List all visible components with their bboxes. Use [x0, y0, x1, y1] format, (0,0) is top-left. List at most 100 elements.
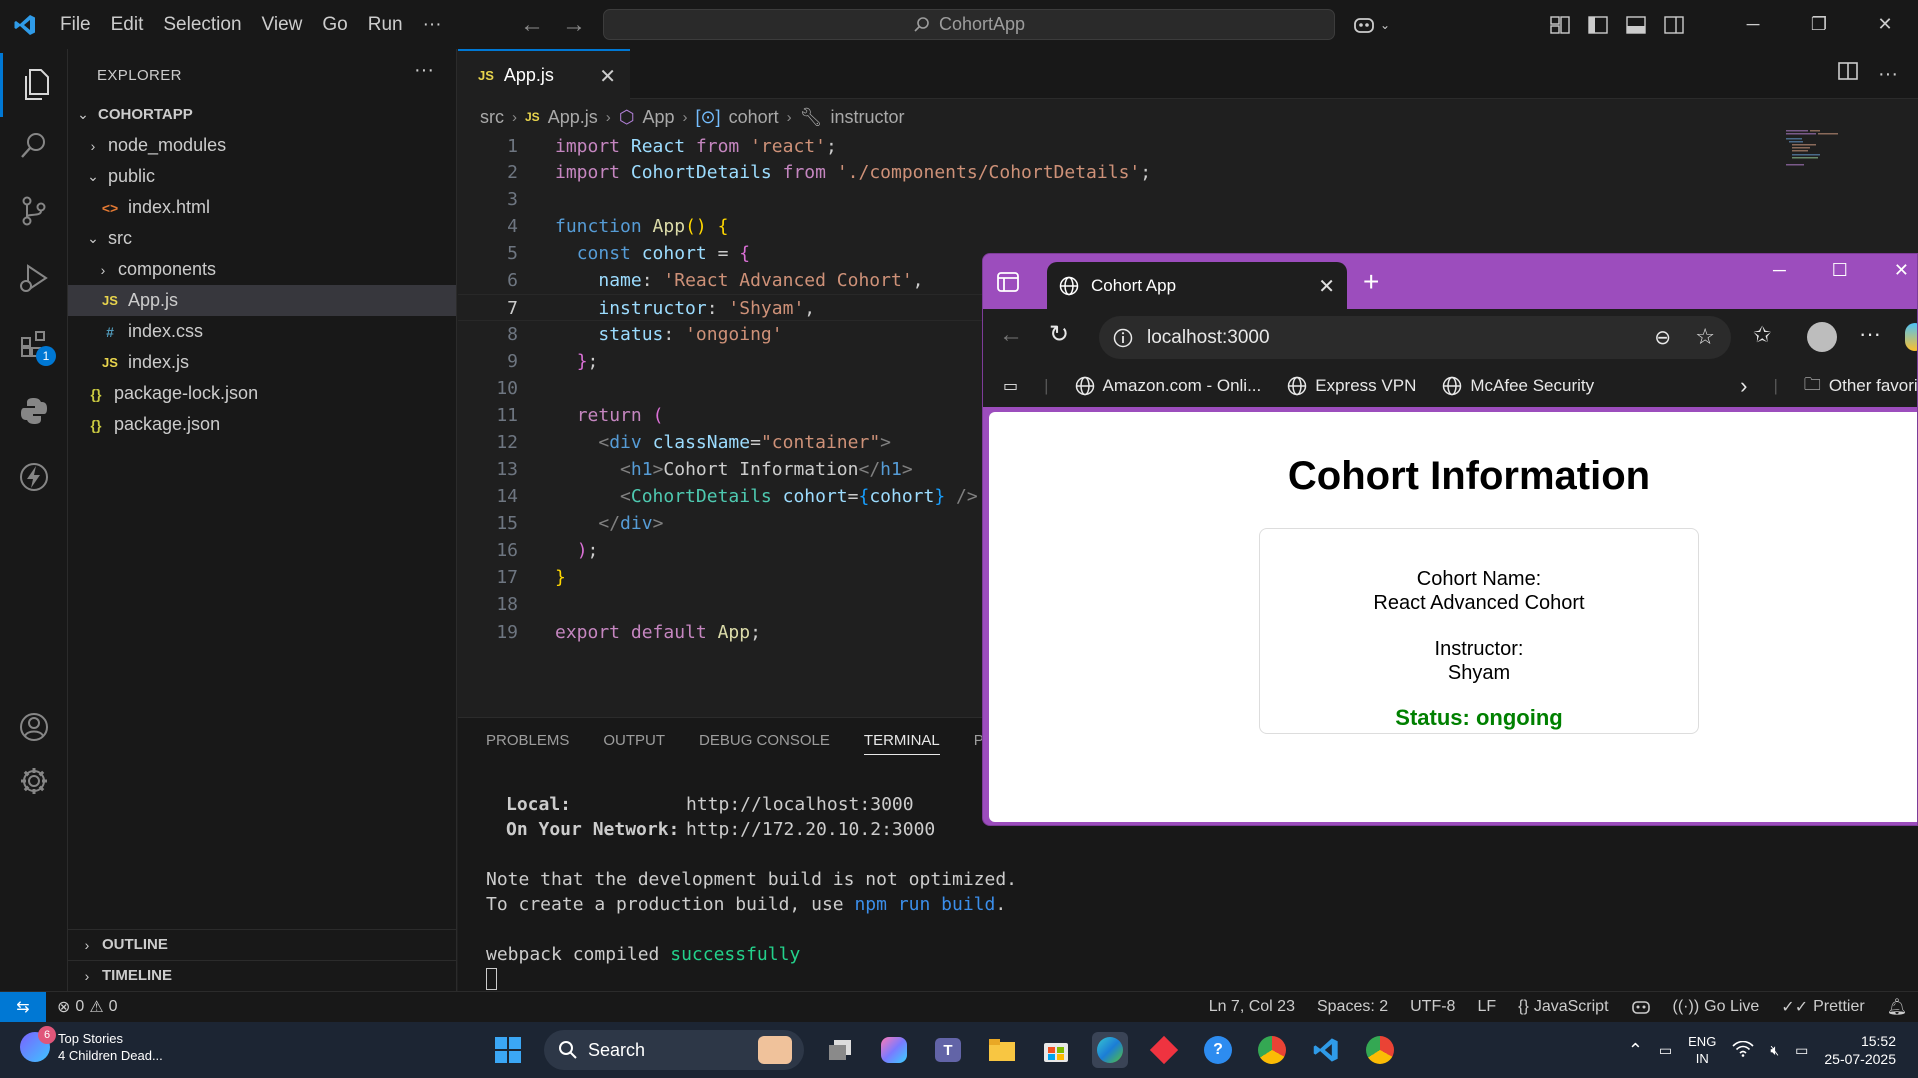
breadcrumb-file[interactable]: App.js	[548, 107, 598, 128]
close-icon[interactable]: ✕	[1318, 274, 1335, 299]
menu-edit[interactable]: Edit	[101, 0, 154, 49]
breadcrumb-app[interactable]: App	[642, 107, 674, 128]
tab-app-js[interactable]: JS App.js ✕	[458, 49, 630, 99]
source-control-icon[interactable]	[0, 179, 68, 243]
prettier-status[interactable]: ✓✓ Prettier	[1770, 997, 1875, 1017]
toggle-panel-icon[interactable]	[1624, 13, 1648, 37]
wifi-icon[interactable]	[1732, 1040, 1754, 1060]
encoding[interactable]: UTF-8	[1399, 998, 1466, 1016]
volume-muted-icon[interactable]: 🔇︎	[1770, 1042, 1779, 1059]
minimize-button[interactable]: ─	[1720, 0, 1786, 49]
search-activity-icon[interactable]	[0, 113, 68, 177]
breadcrumb-instructor[interactable]: instructor	[830, 107, 904, 128]
go-live-button[interactable]: ((·)) Go Live	[1662, 998, 1771, 1016]
address-bar[interactable]: localhost:3000 ⊖ ☆	[1099, 316, 1731, 359]
notifications-bell-icon[interactable]: 🔔︎	[1876, 997, 1918, 1017]
code-editor[interactable]: 1 import React from 'react'; 2 import Coho…	[458, 132, 1458, 717]
maximize-button[interactable]: ☐	[1832, 260, 1848, 281]
settings-gear-icon[interactable]	[0, 749, 68, 813]
other-favorites-folder[interactable]: 🗀 Other favorit	[1804, 372, 1917, 401]
project-root[interactable]: ⌄ COHORTAPP	[68, 99, 456, 130]
tab-debug-console[interactable]: DEBUG CONSOLE	[699, 732, 830, 755]
split-editor-icon[interactable]	[1838, 62, 1858, 86]
cursor-position[interactable]: Ln 7, Col 23	[1198, 998, 1306, 1016]
problems-status[interactable]: ⊗ 0 ⚠ 0	[46, 997, 129, 1017]
clock[interactable]: 15:52 25-07-2025	[1824, 1032, 1896, 1068]
chevron-up-icon[interactable]: ⌃	[1628, 1040, 1643, 1061]
anydesk-icon[interactable]	[1146, 1032, 1182, 1068]
tree-file-app-js[interactable]: JS App.js	[68, 285, 456, 316]
bookmark-amazon[interactable]: Amazon.com - Onli...	[1075, 376, 1261, 396]
end-of-line[interactable]: LF	[1466, 998, 1507, 1016]
toggle-sidebar-icon[interactable]	[1586, 13, 1610, 37]
file-explorer-icon[interactable]	[984, 1032, 1020, 1068]
chrome-icon[interactable]	[1254, 1032, 1290, 1068]
tree-file-package-lock[interactable]: {} package-lock.json	[68, 378, 456, 409]
tree-folder-src[interactable]: ⌄ src	[68, 223, 456, 254]
more-actions-icon[interactable]: ···	[1878, 63, 1898, 86]
new-tab-button[interactable]: +	[1363, 266, 1379, 298]
copilot-sidebar-icon[interactable]	[1905, 323, 1917, 351]
back-arrow-icon[interactable]: ←	[520, 11, 544, 39]
customize-layout-icon[interactable]	[1548, 13, 1572, 37]
windows-start-icon[interactable]	[490, 1032, 526, 1068]
tree-file-index-js[interactable]: JS index.js	[68, 347, 456, 378]
toggle-secondary-sidebar-icon[interactable]	[1662, 13, 1686, 37]
menu-selection[interactable]: Selection	[153, 0, 251, 49]
tablet-icon[interactable]: ▭	[1659, 1042, 1672, 1059]
teams-icon[interactable]: T	[930, 1032, 966, 1068]
menu-go[interactable]: Go	[312, 0, 357, 49]
favorites-icon[interactable]: ✩	[1753, 322, 1771, 348]
back-arrow-icon[interactable]: ←	[999, 321, 1023, 349]
minimap[interactable]	[1786, 128, 1846, 168]
help-app-icon[interactable]: ?	[1200, 1032, 1236, 1068]
thunder-client-icon[interactable]	[0, 445, 68, 509]
menu-run[interactable]: Run	[358, 0, 413, 49]
edge-browser-icon[interactable]	[1092, 1032, 1128, 1068]
tab-output[interactable]: OUTPUT	[603, 732, 665, 755]
close-button[interactable]: ✕	[1894, 260, 1909, 281]
chevron-down-icon[interactable]: ⌄	[1380, 18, 1390, 32]
command-center-search[interactable]: CohortApp	[603, 9, 1335, 40]
vscode-taskbar-icon[interactable]	[1308, 1032, 1344, 1068]
indentation[interactable]: Spaces: 2	[1306, 998, 1399, 1016]
task-view-icon[interactable]	[822, 1032, 858, 1068]
favorite-star-icon[interactable]: ☆	[1695, 324, 1715, 350]
input-language[interactable]: ENG IN	[1688, 1033, 1716, 1067]
reading-list-icon[interactable]: ▭	[1003, 376, 1018, 396]
remote-indicator-icon[interactable]: ⇆	[0, 991, 46, 1023]
close-icon[interactable]: ✕	[599, 64, 616, 89]
close-button[interactable]: ✕	[1852, 0, 1918, 49]
tab-problems[interactable]: PROBLEMS	[486, 732, 569, 755]
copilot-app-icon[interactable]	[876, 1032, 912, 1068]
taskbar-search[interactable]: Search	[544, 1030, 804, 1070]
explorer-more-button[interactable]: ···	[414, 59, 434, 82]
bookmark-mcafee[interactable]: McAfee Security	[1442, 376, 1594, 396]
tree-folder-components[interactable]: › components	[68, 254, 456, 285]
bookmark-express-vpn[interactable]: Express VPN	[1287, 376, 1416, 396]
menu-view[interactable]: View	[252, 0, 313, 49]
forward-arrow-icon[interactable]: →	[562, 11, 586, 39]
news-widget[interactable]: 6 Top Stories 4 Children Dead...	[20, 1026, 163, 1064]
menu-more[interactable]: ···	[413, 0, 452, 49]
restore-button[interactable]: ❐	[1786, 0, 1852, 49]
menu-file[interactable]: File	[50, 0, 101, 49]
extensions-icon[interactable]: 1	[0, 312, 68, 376]
breadcrumb-cohort[interactable]: cohort	[729, 107, 779, 128]
copilot-status-icon[interactable]	[1620, 999, 1662, 1015]
copilot-icon[interactable]	[1352, 13, 1376, 37]
minimize-button[interactable]: ─	[1773, 260, 1786, 281]
battery-icon[interactable]: ▭	[1795, 1042, 1808, 1059]
tree-folder-public[interactable]: ⌄ public	[68, 161, 456, 192]
zoom-out-icon[interactable]: ⊖	[1654, 325, 1671, 350]
settings-more-icon[interactable]: ···	[1859, 321, 1881, 347]
chrome-profile-icon[interactable]	[1362, 1032, 1398, 1068]
tree-file-index-css[interactable]: # index.css	[68, 316, 456, 347]
timeline-section[interactable]: › TIMELINE	[68, 960, 457, 990]
breadcrumb-src[interactable]: src	[480, 107, 504, 128]
tree-file-package-json[interactable]: {} package.json	[68, 409, 456, 440]
tree-file-index-html[interactable]: <> index.html	[68, 192, 456, 223]
run-debug-icon[interactable]	[0, 246, 68, 310]
microsoft-store-icon[interactable]	[1038, 1032, 1074, 1068]
chevron-right-icon[interactable]: ›	[1740, 373, 1747, 399]
